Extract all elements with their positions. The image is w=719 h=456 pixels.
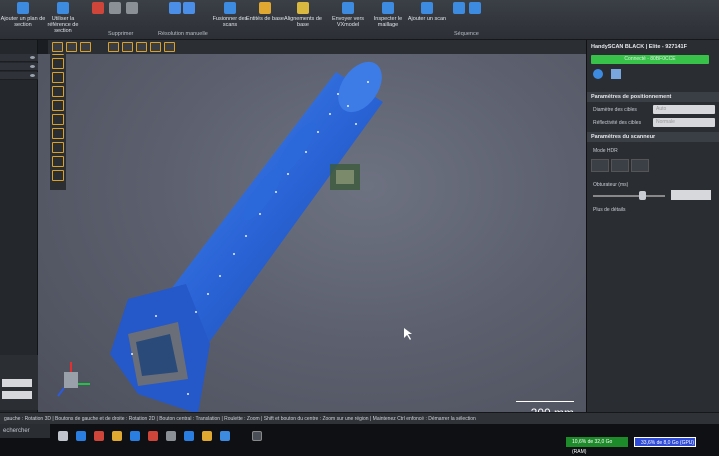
add-scan-icon — [421, 2, 433, 14]
sequence-tools[interactable] — [447, 2, 487, 18]
manual-resolution-tools[interactable] — [160, 2, 204, 18]
selection-toolbar — [48, 40, 588, 54]
delete-tools-group[interactable] — [80, 2, 150, 18]
mouse-cursor-icon — [404, 328, 412, 340]
view-pan-icon[interactable] — [52, 170, 64, 181]
scanned-part-render — [57, 61, 412, 414]
app-icon[interactable] — [166, 431, 176, 441]
delete-group-label: Supprimer — [108, 31, 134, 37]
target-reflectivity-select[interactable]: Normale — [653, 118, 715, 127]
entities-icon — [259, 2, 271, 14]
merge-icon — [224, 2, 236, 14]
view-bottom-icon[interactable] — [52, 114, 64, 125]
hdr-mode-label: Mode HDR — [593, 148, 618, 154]
select-lasso-icon[interactable] — [66, 42, 77, 52]
more-details-link[interactable]: Plus de détails — [593, 207, 626, 213]
view-back-icon[interactable] — [52, 100, 64, 111]
shutter-slider-knob[interactable] — [639, 191, 646, 200]
select-targets-icon[interactable] — [136, 42, 147, 52]
delete-icon — [92, 2, 105, 14]
vxmodel-icon — [342, 2, 354, 14]
scanner-section-header[interactable]: Paramètres du scanneur — [587, 132, 719, 142]
target-diameter-select[interactable]: Auto — [653, 105, 715, 114]
sequence-scan-icon — [452, 2, 465, 14]
axis-triad-icon — [57, 362, 90, 397]
app-icon[interactable] — [112, 431, 122, 441]
app-icon[interactable] — [148, 431, 158, 441]
tree-item[interactable] — [0, 54, 38, 62]
vxelements-taskbar-icon[interactable] — [252, 431, 262, 441]
view-tools-strip — [50, 54, 66, 190]
alignment-icon — [297, 2, 309, 14]
properties-panel — [0, 355, 38, 410]
manual-resolution-label: Résolution manuelle — [158, 31, 208, 37]
status-bar: gauche : Rotation 3D | Boutons de gauche… — [0, 412, 719, 424]
select-settings-icon[interactable] — [164, 42, 175, 52]
browser-icon[interactable] — [130, 431, 140, 441]
task-view-icon[interactable] — [58, 431, 68, 441]
view-iso-icon[interactable] — [52, 86, 64, 97]
positioning-mode-icon[interactable] — [593, 69, 603, 79]
scan-mode-icon[interactable] — [611, 69, 621, 79]
tree-item[interactable] — [0, 63, 38, 71]
view-side-icon[interactable] — [52, 58, 64, 69]
dropdown-arrow-icon — [182, 2, 195, 14]
scan-tree-panel — [0, 40, 38, 412]
app-icon[interactable] — [184, 431, 194, 441]
inspect-icon — [382, 2, 394, 14]
fixture-object — [330, 164, 360, 190]
app-icon[interactable] — [94, 431, 104, 441]
shutter-value-input[interactable] — [671, 190, 711, 200]
view-top-icon[interactable] — [52, 72, 64, 83]
app-icon[interactable] — [76, 431, 86, 441]
sequence-label: Séquence — [454, 31, 479, 37]
add-scan-button[interactable]: Ajouter un scan — [404, 2, 450, 22]
tree-item[interactable] — [0, 72, 38, 80]
select-through-icon[interactable] — [108, 42, 119, 52]
view-front-icon[interactable] — [52, 54, 64, 55]
eraser-icon — [125, 2, 138, 14]
taskbar-search-input[interactable]: echercher — [0, 424, 50, 438]
section-reference-icon — [57, 2, 69, 14]
scanned-tube — [110, 61, 383, 414]
target-reflectivity-label: Réflectivité des cibles — [593, 120, 642, 126]
property-field[interactable] — [2, 379, 32, 387]
app-icon[interactable] — [220, 431, 230, 441]
connection-status-badge: Connecté - 80BF0CCE — [591, 55, 709, 64]
select-surface-icon[interactable] — [122, 42, 133, 52]
visibility-eye-icon[interactable] — [30, 74, 35, 77]
visibility-eye-icon[interactable] — [30, 65, 35, 68]
select-brush-icon[interactable] — [80, 42, 91, 52]
shutter-label: Obturateur (ms) — [593, 182, 629, 188]
view-fit-icon[interactable] — [52, 128, 64, 139]
hdr-mode-3-button[interactable] — [631, 159, 649, 172]
3d-viewport[interactable]: 200 mm — [38, 54, 586, 432]
select-rect-icon[interactable] — [52, 42, 63, 52]
app-icon[interactable] — [202, 431, 212, 441]
view-rotate-icon[interactable] — [52, 142, 64, 153]
target-diameter-label: Diamètre des cibles — [593, 107, 637, 113]
scale-bar — [516, 401, 574, 402]
sequence-part-icon — [469, 2, 482, 14]
hdr-mode-2-button[interactable] — [611, 159, 629, 172]
visibility-eye-icon[interactable] — [30, 56, 35, 59]
ram-usage-badge: 10,6% de 32,0 Go (RAM) — [566, 437, 628, 455]
hdr-mode-1-button[interactable] — [591, 159, 609, 172]
device-title: HandySCAN BLACK | Elite - 927141F — [591, 44, 687, 50]
select-grid-icon[interactable] — [150, 42, 161, 52]
gpu-usage-badge: 33,6% de 8,0 Go (GPU) — [634, 437, 696, 447]
positioning-section-header[interactable]: Paramètres de positionnement — [587, 92, 719, 102]
scanner-panel: HandySCAN BLACK | Elite - 927141F Connec… — [586, 40, 719, 412]
ribbon: Ajouter un plan de section Utiliser la r… — [0, 0, 719, 40]
property-field[interactable] — [2, 391, 32, 399]
section-plane-icon — [17, 2, 29, 14]
shutter-slider-track[interactable] — [593, 195, 665, 197]
brush-icon — [109, 2, 121, 14]
base-alignments-button[interactable]: Alignements de base — [280, 2, 326, 28]
triangle-vertex-icon — [169, 2, 182, 14]
view-zoom-icon[interactable] — [52, 156, 64, 167]
